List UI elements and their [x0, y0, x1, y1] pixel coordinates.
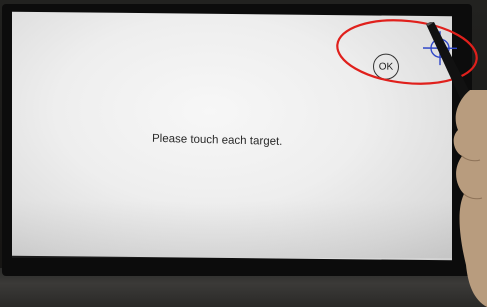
crosshair-target-icon[interactable]: [422, 30, 458, 66]
ok-button[interactable]: OK: [373, 53, 399, 80]
calibration-screen[interactable]: Please touch each target. OK: [12, 11, 457, 261]
calibration-instruction: Please touch each target.: [151, 132, 283, 148]
monitor-photo: Please touch each target. OK: [0, 0, 487, 307]
